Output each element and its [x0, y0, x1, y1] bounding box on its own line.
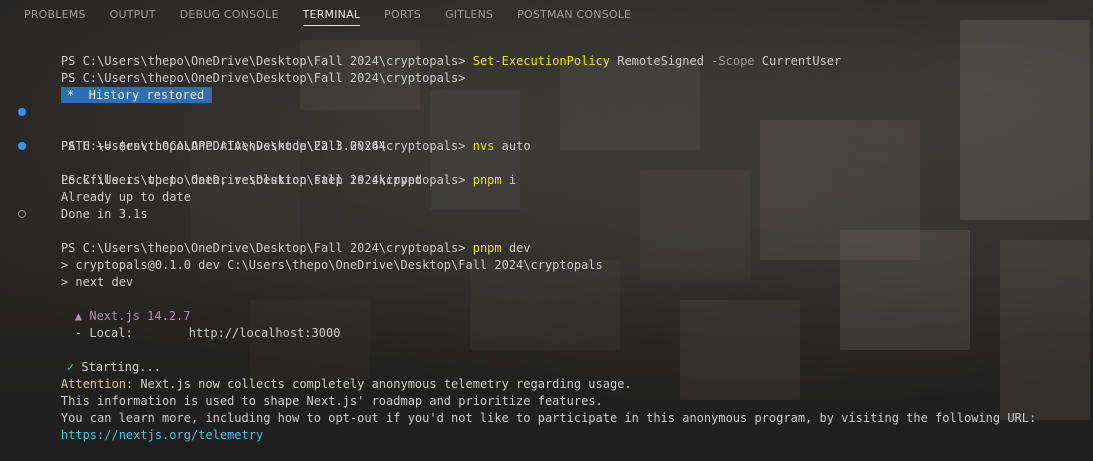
terminal-line: PS C:\Users\thepo\OneDrive\Desktop\Fall …	[0, 104, 1093, 153]
terminal-output[interactable]: PS C:\Users\thepo\OneDrive\Desktop\Fall …	[0, 36, 1093, 442]
tab-terminal[interactable]: TERMINAL	[302, 0, 361, 28]
terminal-line: Attention: Next.js now collects complete…	[0, 359, 1093, 391]
telemetry-link[interactable]: https://nextjs.org/telemetry	[61, 428, 263, 442]
terminal-line: Done in 3.1s	[0, 189, 1093, 221]
command-running-icon[interactable]	[18, 210, 26, 218]
tab-output[interactable]: OUTPUT	[110, 0, 156, 28]
terminal-line: PS C:\Users\thepo\OneDrive\Desktop\Fall …	[0, 206, 1093, 255]
terminal-line: PATH += $env:LOCALAPPDATA\nvs\node\22.3.…	[0, 121, 1093, 153]
command-decoration-icon[interactable]	[18, 108, 26, 116]
terminal-line: Already up to date	[0, 172, 1093, 204]
terminal-line: PS C:\Users\thepo\OneDrive\Desktop\Fall …	[0, 53, 1093, 85]
terminal-line: This information is used to shape Next.j…	[0, 376, 1093, 408]
terminal-line: Lockfile is up to date, resolution step …	[0, 155, 1093, 187]
terminal-line: You can learn more, including how to opt…	[0, 393, 1093, 425]
tab-postman-console[interactable]: POSTMAN CONSOLE	[517, 0, 631, 28]
panel-tab-bar: PROBLEMS OUTPUT DEBUG CONSOLE TERMINAL P…	[0, 0, 1093, 28]
terminal-line: PS C:\Users\thepo\OneDrive\Desktop\Fall …	[0, 138, 1093, 187]
command-decoration-icon[interactable]	[18, 142, 26, 150]
terminal-line: - Local: http://localhost:3000	[0, 308, 1093, 340]
terminal-line: * History restored	[0, 70, 1093, 103]
tab-gitlens[interactable]: GITLENS	[445, 0, 493, 28]
tab-problems[interactable]: PROBLEMS	[24, 0, 86, 28]
terminal-line: PS C:\Users\thepo\OneDrive\Desktop\Fall …	[0, 36, 1093, 68]
tab-debug-console[interactable]: DEBUG CONSOLE	[180, 0, 279, 28]
terminal-line: ▲ Next.js 14.2.7	[0, 291, 1093, 323]
terminal-line: ✓ Starting...	[0, 342, 1093, 374]
terminal-line: > cryptopals@0.1.0 dev C:\Users\thepo\On…	[0, 240, 1093, 272]
terminal-line: https://nextjs.org/telemetry	[0, 410, 1093, 442]
tab-ports[interactable]: PORTS	[384, 0, 421, 28]
terminal-line: > next dev	[0, 257, 1093, 289]
